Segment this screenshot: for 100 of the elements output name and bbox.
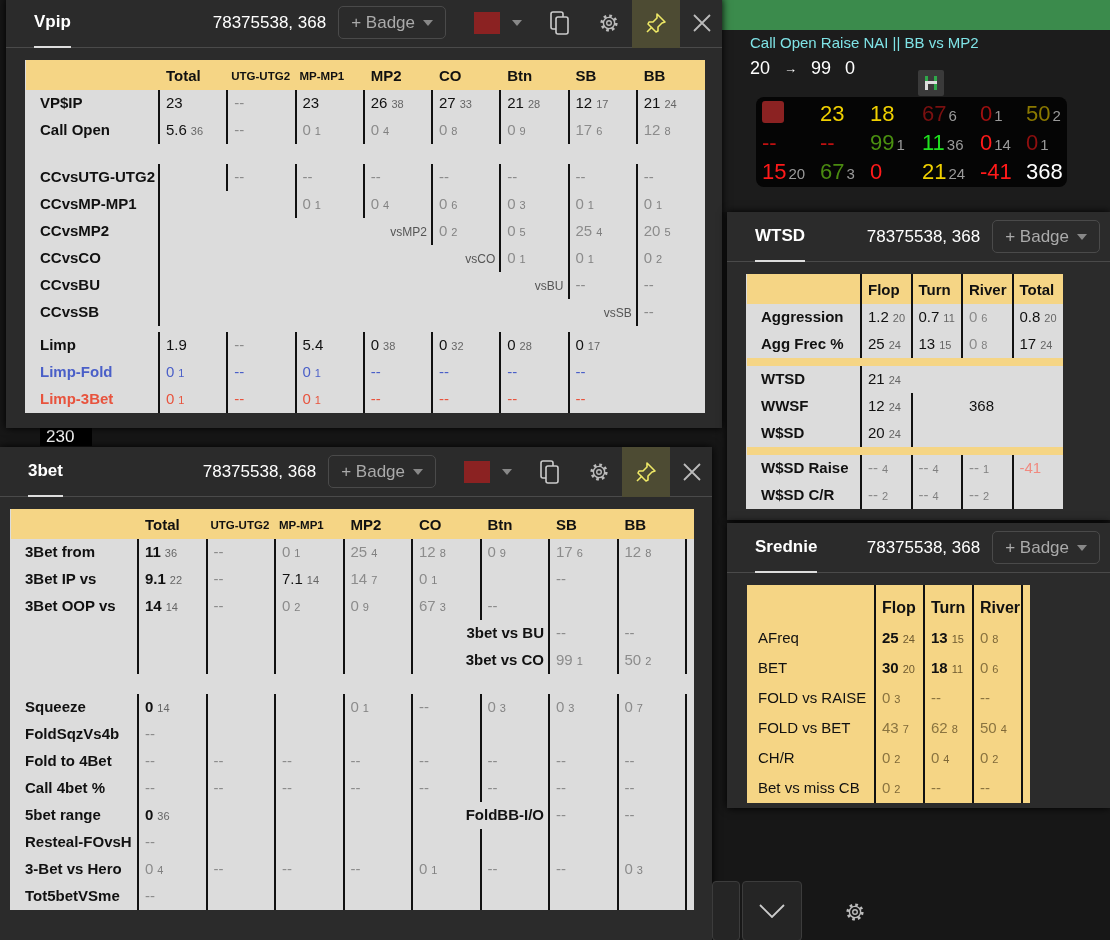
sample-count: 4 <box>157 864 164 877</box>
sample-count: 8 <box>645 547 652 560</box>
sample-count: 8 <box>951 722 958 735</box>
stat-value: -- <box>213 543 224 561</box>
badge-dropdown[interactable]: + Badge <box>992 219 1100 254</box>
stat-value: -- <box>969 459 979 477</box>
stat-value: -- <box>507 363 518 381</box>
close-icon[interactable] <box>692 12 712 33</box>
pin-button[interactable] <box>632 0 680 48</box>
stat-value: -- <box>419 698 429 716</box>
stat-value: -- <box>145 779 155 797</box>
column-header: Total <box>138 509 207 539</box>
column-header: UTG-UTG2 <box>206 509 275 539</box>
row-label: WTSD <box>747 366 861 393</box>
badge-dropdown[interactable]: + Badge <box>338 5 446 40</box>
row-label: Call 4bet % <box>11 775 138 802</box>
sample-count: 11 <box>951 662 964 675</box>
copy-icon[interactable] <box>550 10 570 35</box>
stat-value: 0 <box>969 335 978 353</box>
column-header: BB <box>617 509 686 539</box>
settings-icon[interactable] <box>598 11 620 34</box>
stat-value: -- <box>643 303 654 321</box>
row-label: W$SD <box>747 420 861 447</box>
row-label: CH/R <box>748 743 875 773</box>
stat-value: 0 <box>166 390 175 408</box>
stat-value: -- <box>302 168 313 186</box>
sample-count: 1 <box>314 394 321 407</box>
stat-value: -- <box>980 778 990 796</box>
stat-value: 0 <box>575 249 584 267</box>
stat-value: -- <box>556 570 566 588</box>
stat-value: -- <box>282 779 292 797</box>
stat-value: 17 <box>1019 335 1037 353</box>
stat-value: -- <box>575 276 586 294</box>
sample-count: 7 <box>636 702 643 715</box>
stat-value: -- <box>370 168 381 186</box>
sample-count: 20 <box>892 312 906 325</box>
column-note: vsSB <box>603 304 632 322</box>
sample-count: 1 <box>576 655 583 668</box>
settings-icon[interactable] <box>844 901 866 923</box>
stat-value: 12 <box>643 121 661 139</box>
color-swatch[interactable] <box>474 11 500 34</box>
sample-count: 2 <box>656 253 663 266</box>
sample-count: 1 <box>587 199 594 212</box>
row-label: FOLD vs RAISE <box>748 683 875 713</box>
sample-count: 20 <box>788 164 806 182</box>
badge-dropdown[interactable]: + Badge <box>328 454 436 489</box>
column-header: MP2 <box>343 509 412 539</box>
stat-value: -- <box>487 597 498 615</box>
window-tab[interactable]: Vpip <box>34 0 71 48</box>
stat-value: 50 <box>624 651 642 669</box>
stat-value: 0 <box>980 628 989 646</box>
color-swatch[interactable] <box>464 460 490 483</box>
stat-value: 0 <box>507 222 516 240</box>
row-label: CCvsUTG-UTG2 <box>26 164 159 191</box>
row-label: Tot5betVSme <box>11 883 138 910</box>
stat-value: -- <box>643 276 654 294</box>
copy-icon[interactable] <box>540 459 560 484</box>
stat-value: -- <box>282 752 292 770</box>
caret-icon[interactable] <box>512 19 522 26</box>
window-tab[interactable]: WTSD <box>755 212 806 262</box>
stat-value: -- <box>370 390 381 408</box>
stat-value: -- <box>213 779 224 797</box>
caret-icon <box>1077 233 1087 240</box>
row-label: W$SD C/R <box>747 482 861 509</box>
hud-stat: -- <box>762 129 777 155</box>
stat-value: -- <box>918 459 929 477</box>
pin-button[interactable] <box>622 447 670 497</box>
column-note: vsMP2 <box>390 223 427 241</box>
stat-value: -- <box>145 725 155 743</box>
row-label: Bet vs miss CB <box>748 773 875 803</box>
row-label: Call Open <box>26 117 159 144</box>
stat-value: -- <box>868 486 878 504</box>
badge-dropdown[interactable]: + Badge <box>992 530 1100 565</box>
sample-count: 4 <box>371 547 378 560</box>
stat-value: 18 <box>931 658 948 676</box>
settings-icon[interactable] <box>588 460 610 483</box>
stat-value: 23 <box>302 94 320 112</box>
column-header: Total <box>1012 274 1063 304</box>
stat-value: -- <box>624 624 635 642</box>
close-icon[interactable] <box>682 461 702 482</box>
stat-value: 62 <box>931 718 948 736</box>
sample-count: 36 <box>164 547 178 560</box>
window-tab[interactable]: 3bet <box>28 447 63 497</box>
window-tab[interactable]: Srednie <box>755 523 818 573</box>
column-header: Btn <box>500 60 569 90</box>
nav-button[interactable] <box>742 881 802 940</box>
stat-value: 0 <box>439 336 448 354</box>
sample-count: 20 <box>902 662 915 675</box>
sample-count: 4 <box>596 226 603 239</box>
hud-stat: 50 <box>1026 100 1051 126</box>
row-label: 5bet range <box>11 802 138 829</box>
stat-value: 0 <box>439 121 448 139</box>
sample-count: 1 <box>294 547 301 560</box>
stat-value: -- <box>439 390 449 408</box>
bracket-icon[interactable] <box>918 70 944 96</box>
stat-value: 0 <box>302 390 311 408</box>
stat-value: 0 <box>487 698 496 716</box>
stat-label: 3bet vs CO <box>465 650 544 671</box>
stat-value: -- <box>419 752 429 770</box>
caret-icon[interactable] <box>502 468 512 475</box>
